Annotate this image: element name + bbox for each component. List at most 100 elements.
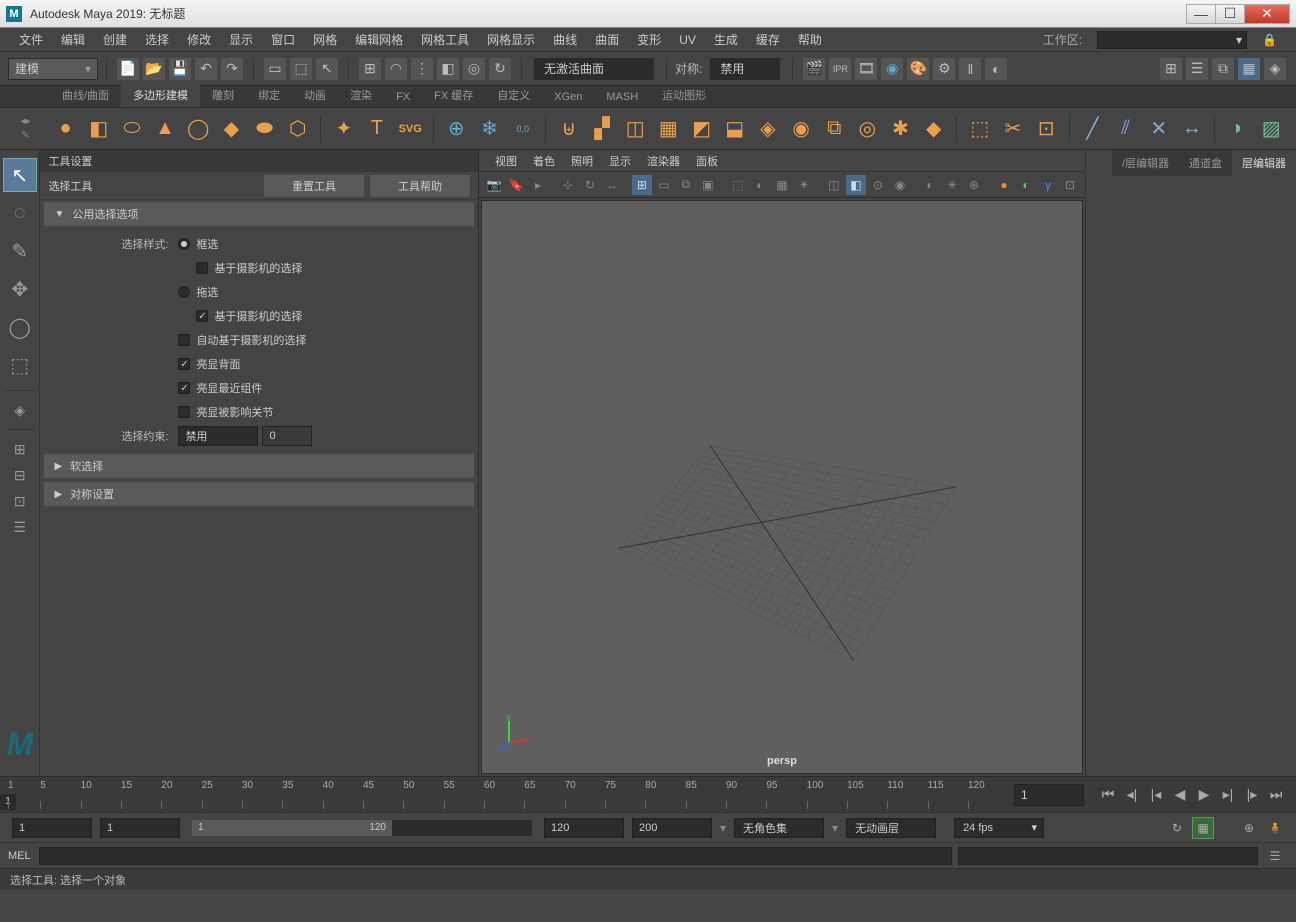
maximize-button[interactable]: ☐ bbox=[1215, 4, 1245, 24]
menu-修改[interactable]: 修改 bbox=[178, 31, 220, 48]
vp-exposure-icon[interactable]: ◐ bbox=[1016, 175, 1036, 195]
boolean-icon[interactable]: ◫ bbox=[622, 115, 649, 143]
highlight-joint-check[interactable] bbox=[178, 406, 190, 418]
vp-track-icon[interactable]: ↔ bbox=[602, 175, 622, 195]
slide-icon[interactable]: ↔ bbox=[1178, 115, 1205, 143]
tool-help-button[interactable]: 工具帮助 bbox=[370, 175, 470, 197]
outliner-icon[interactable]: ☰ bbox=[1186, 58, 1208, 80]
character-set-select[interactable]: 无角色集 bbox=[734, 818, 824, 838]
right-tab-1[interactable]: 通道盒 bbox=[1179, 150, 1232, 176]
shelf-tab-5[interactable]: 渲染 bbox=[338, 83, 384, 107]
shelf-tab-4[interactable]: 动画 bbox=[292, 83, 338, 107]
set-key-button[interactable]: ⊕ bbox=[1238, 817, 1260, 839]
highlight-near-check[interactable] bbox=[178, 382, 190, 394]
bevel-icon[interactable]: ◩ bbox=[688, 115, 715, 143]
soft-section[interactable]: ▶软选择 bbox=[44, 454, 474, 478]
paint-select-icon[interactable]: ↖ bbox=[316, 58, 338, 80]
vp-grid-icon[interactable]: ⊞ bbox=[632, 175, 652, 195]
multi-cut-icon[interactable]: ✂ bbox=[999, 115, 1026, 143]
redo-icon[interactable]: ↷ bbox=[221, 58, 243, 80]
select-tool[interactable]: ↖ bbox=[3, 158, 37, 192]
step-forward-key-button[interactable]: |▸ bbox=[1241, 784, 1263, 806]
go-end-button[interactable]: ⏭ bbox=[1265, 784, 1287, 806]
menu-曲面[interactable]: 曲面 bbox=[586, 31, 628, 48]
vp-lights-icon[interactable]: ☀ bbox=[794, 175, 814, 195]
vp-motion-icon[interactable]: ☀ bbox=[942, 175, 962, 195]
cone-icon[interactable]: ▲ bbox=[151, 115, 178, 143]
vp-gate-icon[interactable]: ▭ bbox=[654, 175, 674, 195]
vp-textured-icon[interactable]: ▦ bbox=[772, 175, 792, 195]
range-slider[interactable]: 1120 bbox=[192, 820, 532, 836]
vp-tumble-icon[interactable]: ↻ bbox=[580, 175, 600, 195]
rotate-tool[interactable]: ◯ bbox=[3, 310, 37, 344]
active-surface-field[interactable]: 无激活曲面 bbox=[534, 58, 654, 80]
loop-button[interactable]: ↻ bbox=[1166, 817, 1188, 839]
sync-icon[interactable]: ↻ bbox=[489, 58, 511, 80]
vp-menu-视图[interactable]: 视图 bbox=[487, 153, 525, 169]
svg-icon[interactable]: SVG bbox=[397, 115, 424, 143]
shelf-tab-9[interactable]: XGen bbox=[542, 87, 594, 107]
range-end[interactable]: 200 bbox=[632, 818, 712, 838]
pause-icon[interactable]: ‖ bbox=[959, 58, 981, 80]
step-forward-button[interactable]: ▸| bbox=[1217, 784, 1239, 806]
cube-icon[interactable]: ◧ bbox=[85, 115, 112, 143]
vp-menu-显示[interactable]: 显示 bbox=[601, 153, 639, 169]
connect-icon[interactable]: ✕ bbox=[1145, 115, 1172, 143]
vp-menu-面板[interactable]: 面板 bbox=[688, 153, 726, 169]
panel-layout-icon[interactable]: ⊞ bbox=[1160, 58, 1182, 80]
menu-缓存[interactable]: 缓存 bbox=[747, 31, 789, 48]
torus-icon[interactable]: ◯ bbox=[185, 115, 212, 143]
toggle-icon[interactable]: ◐ bbox=[985, 58, 1007, 80]
auto-camera-check[interactable] bbox=[178, 334, 190, 346]
marquee-radio[interactable] bbox=[178, 238, 190, 250]
auto-key-button[interactable]: ▦ bbox=[1192, 817, 1214, 839]
collapse-icon[interactable]: ✱ bbox=[887, 115, 914, 143]
workspace-select[interactable]: ▾ bbox=[1097, 31, 1247, 49]
shelf-tab-8[interactable]: 自定义 bbox=[485, 83, 542, 107]
scale-tool[interactable]: ⬚ bbox=[3, 348, 37, 382]
lasso-icon[interactable]: ⬚ bbox=[290, 58, 312, 80]
shelf-tab-2[interactable]: 雕刻 bbox=[200, 83, 246, 107]
vp-shaded-icon[interactable]: ◐ bbox=[750, 175, 770, 195]
vp-menu-照明[interactable]: 照明 bbox=[563, 153, 601, 169]
layout-4-icon[interactable]: ⊡ bbox=[3, 490, 37, 512]
vp-bookmark-icon[interactable]: 🔖 bbox=[506, 175, 526, 195]
sym-section[interactable]: ▶对称设置 bbox=[44, 482, 474, 506]
range-start[interactable]: 1 bbox=[12, 818, 92, 838]
layout-5-icon[interactable]: ☰ bbox=[3, 516, 37, 538]
render-view-icon[interactable]: ◉ bbox=[881, 58, 903, 80]
vp-deform-icon[interactable]: ◉ bbox=[890, 175, 910, 195]
target-weld-icon[interactable]: ⊡ bbox=[1033, 115, 1060, 143]
menu-变形[interactable]: 变形 bbox=[628, 31, 670, 48]
vp-isolate-icon[interactable]: ◫ bbox=[824, 175, 844, 195]
menu-网格显示[interactable]: 网格显示 bbox=[478, 31, 544, 48]
layers-icon[interactable]: ◈ bbox=[1264, 58, 1286, 80]
right-tab-2[interactable]: 层编辑器 bbox=[1232, 150, 1296, 176]
snap-plane-icon[interactable]: ◧ bbox=[437, 58, 459, 80]
mel-input[interactable] bbox=[39, 847, 952, 865]
cylinder-icon[interactable]: ⬭ bbox=[118, 115, 145, 143]
right-tab-0[interactable]: /层编辑器 bbox=[1112, 150, 1179, 176]
camera-based-2-check[interactable] bbox=[196, 310, 208, 322]
vp-pivot-icon[interactable]: ⊹ bbox=[558, 175, 578, 195]
symmetry-select[interactable]: 禁用 bbox=[710, 58, 780, 80]
menu-窗口[interactable]: 窗口 bbox=[262, 31, 304, 48]
fps-select[interactable]: 24 fps▾ bbox=[954, 818, 1044, 838]
menu-生成[interactable]: 生成 bbox=[705, 31, 747, 48]
move-tool[interactable]: ✥ bbox=[3, 272, 37, 306]
menu-网格工具[interactable]: 网格工具 bbox=[412, 31, 478, 48]
graph-icon[interactable]: ⧉ bbox=[1212, 58, 1234, 80]
layout-3-icon[interactable]: ⊟ bbox=[3, 464, 37, 486]
mirror-icon[interactable]: ◈ bbox=[754, 115, 781, 143]
circularize-icon[interactable]: ◎ bbox=[854, 115, 881, 143]
menu-文件[interactable]: 文件 bbox=[10, 31, 52, 48]
quad-draw-icon[interactable]: ⬚ bbox=[966, 115, 993, 143]
layout-2-icon[interactable]: ⊞ bbox=[3, 438, 37, 460]
bridge-icon[interactable]: ⬓ bbox=[721, 115, 748, 143]
shelf-tab-10[interactable]: MASH bbox=[594, 87, 650, 107]
render-icon[interactable]: 🎬 bbox=[803, 58, 825, 80]
sphere-icon[interactable]: ● bbox=[52, 115, 79, 143]
vp-wireframe-icon[interactable]: ⬚ bbox=[728, 175, 748, 195]
vp-menu-着色[interactable]: 着色 bbox=[525, 153, 563, 169]
camera-based-1-check[interactable] bbox=[196, 262, 208, 274]
